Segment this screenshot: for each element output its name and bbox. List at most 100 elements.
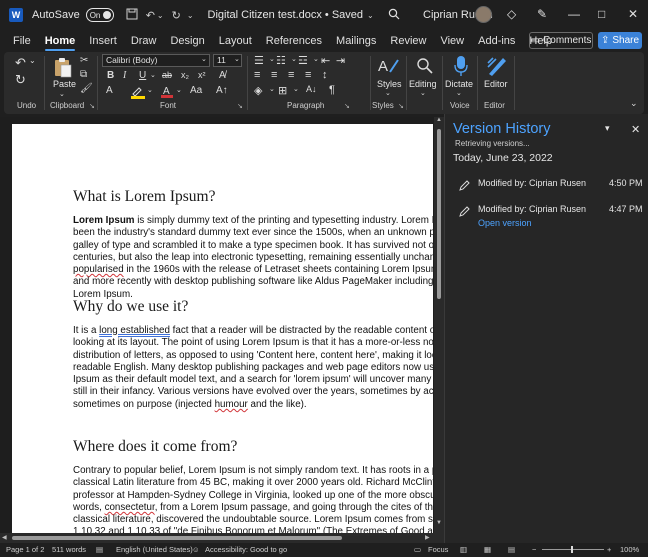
zoom-out-icon[interactable]: − <box>532 545 536 554</box>
tab-add-ins[interactable]: Add-ins <box>471 30 522 52</box>
microphone-icon[interactable] <box>453 55 469 80</box>
align-right-icon[interactable]: ≡ <box>288 69 294 81</box>
misspelled-word[interactable]: humour <box>215 399 248 410</box>
tab-home[interactable]: Home <box>38 30 83 52</box>
font-color-icon[interactable]: A <box>160 84 174 101</box>
dialog-launcher-icon[interactable]: ↘ <box>237 102 243 110</box>
autosave-toggle[interactable]: On <box>85 8 114 22</box>
minimize-icon[interactable]: — <box>568 7 580 21</box>
grow-font-icon[interactable]: A↑ <box>216 85 228 96</box>
copy-icon[interactable]: ⧉ <box>80 69 87 80</box>
zoom-slider-thumb[interactable] <box>571 546 573 553</box>
redo-icon[interactable]: ↻ <box>172 9 181 22</box>
dialog-launcher-icon[interactable]: ↘ <box>344 102 350 110</box>
increase-indent-icon[interactable]: ⇥ <box>336 54 345 67</box>
borders-icon[interactable]: ⊞ <box>278 84 287 97</box>
align-center-icon[interactable]: ≡ <box>271 69 277 81</box>
misspelled-word[interactable]: popularised <box>73 264 124 275</box>
chevron-down-icon[interactable]: ⌄ <box>456 89 462 97</box>
tab-layout[interactable]: Layout <box>212 30 259 52</box>
dialog-launcher-icon[interactable]: ↘ <box>89 102 95 110</box>
styles-label[interactable]: Styles <box>377 79 402 89</box>
italic-icon[interactable]: I <box>123 70 126 81</box>
change-case-icon[interactable]: Aa <box>190 85 202 96</box>
numbering-icon[interactable]: ☷ <box>276 54 286 67</box>
close-icon[interactable]: ✕ <box>628 7 638 21</box>
tab-draw[interactable]: Draw <box>124 30 164 52</box>
bold-icon[interactable]: B <box>107 70 114 81</box>
chevron-down-icon[interactable]: ⌄ <box>147 86 153 94</box>
bullets-icon[interactable]: ☰ <box>254 54 264 67</box>
document-page[interactable]: What is Lorem Ipsum? Lorem Ipsum is simp… <box>12 124 433 539</box>
decrease-indent-icon[interactable]: ⇤ <box>321 54 330 67</box>
scroll-thumb[interactable] <box>437 129 441 299</box>
align-left-icon[interactable]: ≡ <box>254 69 260 81</box>
proofing-icon[interactable]: ▤ <box>96 545 103 554</box>
scroll-up-icon[interactable]: ▲ <box>436 117 442 123</box>
editor-icon[interactable] <box>486 55 508 80</box>
font-name-select[interactable]: Calibri (Body) <box>102 54 210 67</box>
word-count[interactable]: 511 words <box>52 545 86 554</box>
chevron-down-icon[interactable]: ⌄ <box>293 85 299 93</box>
undo-dropdown-icon[interactable]: ⌄ <box>157 11 164 20</box>
pane-options-icon[interactable]: ▾ <box>605 123 610 134</box>
chevron-down-icon[interactable]: ⌄ <box>176 86 182 94</box>
tab-references[interactable]: References <box>259 30 329 52</box>
clear-formatting-icon[interactable]: A̸ <box>219 70 226 81</box>
tab-mailings[interactable]: Mailings <box>329 30 383 52</box>
share-button[interactable]: ⇪ Share <box>598 32 642 49</box>
subscript-icon[interactable]: x₂ <box>181 70 189 80</box>
comments-button[interactable]: ▭ Comments <box>529 32 593 49</box>
chevron-down-icon[interactable]: ⌄ <box>150 71 156 79</box>
zoom-slider[interactable] <box>542 549 604 550</box>
undo-icon[interactable]: ↶ <box>146 9 155 22</box>
show-marks-icon[interactable]: ¶ <box>329 84 335 96</box>
highlight-icon[interactable] <box>130 85 146 102</box>
line-spacing-icon[interactable]: ↕ <box>322 69 328 81</box>
sort-icon[interactable]: A↓ <box>306 84 317 94</box>
focus-icon[interactable]: ▭ <box>414 545 421 554</box>
multilevel-list-icon[interactable]: ☲ <box>298 54 308 67</box>
redo-icon[interactable]: ↻ <box>15 72 26 88</box>
vertical-scrollbar[interactable]: ▲ ▼ <box>434 117 444 543</box>
cut-icon[interactable]: ✂ <box>80 55 88 66</box>
close-pane-icon[interactable]: ✕ <box>631 123 640 136</box>
tab-view[interactable]: View <box>433 30 471 52</box>
tab-design[interactable]: Design <box>163 30 211 52</box>
language[interactable]: English (United States) <box>116 545 193 554</box>
search-icon[interactable] <box>388 8 400 20</box>
editing-icon[interactable] <box>415 56 435 79</box>
scroll-left-icon[interactable]: ◀ <box>2 534 7 541</box>
collapse-ribbon-icon[interactable]: ⌄ <box>630 98 638 109</box>
web-layout-icon[interactable]: ▤ <box>508 545 515 554</box>
justify-icon[interactable]: ≡ <box>305 69 311 81</box>
tab-insert[interactable]: Insert <box>82 30 124 52</box>
chevron-down-icon[interactable]: ⌄ <box>269 55 275 63</box>
chevron-down-icon[interactable]: ⌄ <box>201 55 207 63</box>
chevron-down-icon[interactable]: ⌄ <box>385 89 391 97</box>
editor-label[interactable]: Editor <box>484 79 508 89</box>
text-effects-icon[interactable]: A <box>106 85 113 96</box>
zoom-in-icon[interactable]: + <box>607 545 611 554</box>
editing-label[interactable]: Editing <box>409 79 437 89</box>
undo-dropdown-icon[interactable]: ⌄ <box>29 56 36 65</box>
zoom-level[interactable]: 100% <box>620 545 639 554</box>
grammar-flag[interactable]: long established <box>99 325 170 336</box>
print-layout-icon[interactable]: ▦ <box>484 545 491 554</box>
chevron-down-icon[interactable]: ⌄ <box>234 55 240 63</box>
shading-icon[interactable]: ◈ <box>254 84 262 97</box>
open-version-link[interactable]: Open version <box>478 218 532 228</box>
strikethrough-icon[interactable]: ab <box>162 70 172 80</box>
chevron-down-icon[interactable]: ⌄ <box>420 89 426 97</box>
chevron-down-icon[interactable]: ⌄ <box>59 90 65 98</box>
underline-icon[interactable]: U <box>139 70 146 81</box>
horizontal-scrollbar[interactable]: ◀ ▶ <box>0 533 444 543</box>
tab-file[interactable]: File <box>6 30 38 52</box>
accessibility-status[interactable]: Accessibility: Good to go <box>205 545 287 554</box>
read-mode-icon[interactable]: ▥ <box>460 545 467 554</box>
avatar[interactable] <box>475 6 492 23</box>
scroll-down-icon[interactable]: ▼ <box>436 520 442 526</box>
pen-icon[interactable]: ✎ <box>537 7 547 21</box>
tab-review[interactable]: Review <box>383 30 433 52</box>
superscript-icon[interactable]: x² <box>198 70 206 80</box>
